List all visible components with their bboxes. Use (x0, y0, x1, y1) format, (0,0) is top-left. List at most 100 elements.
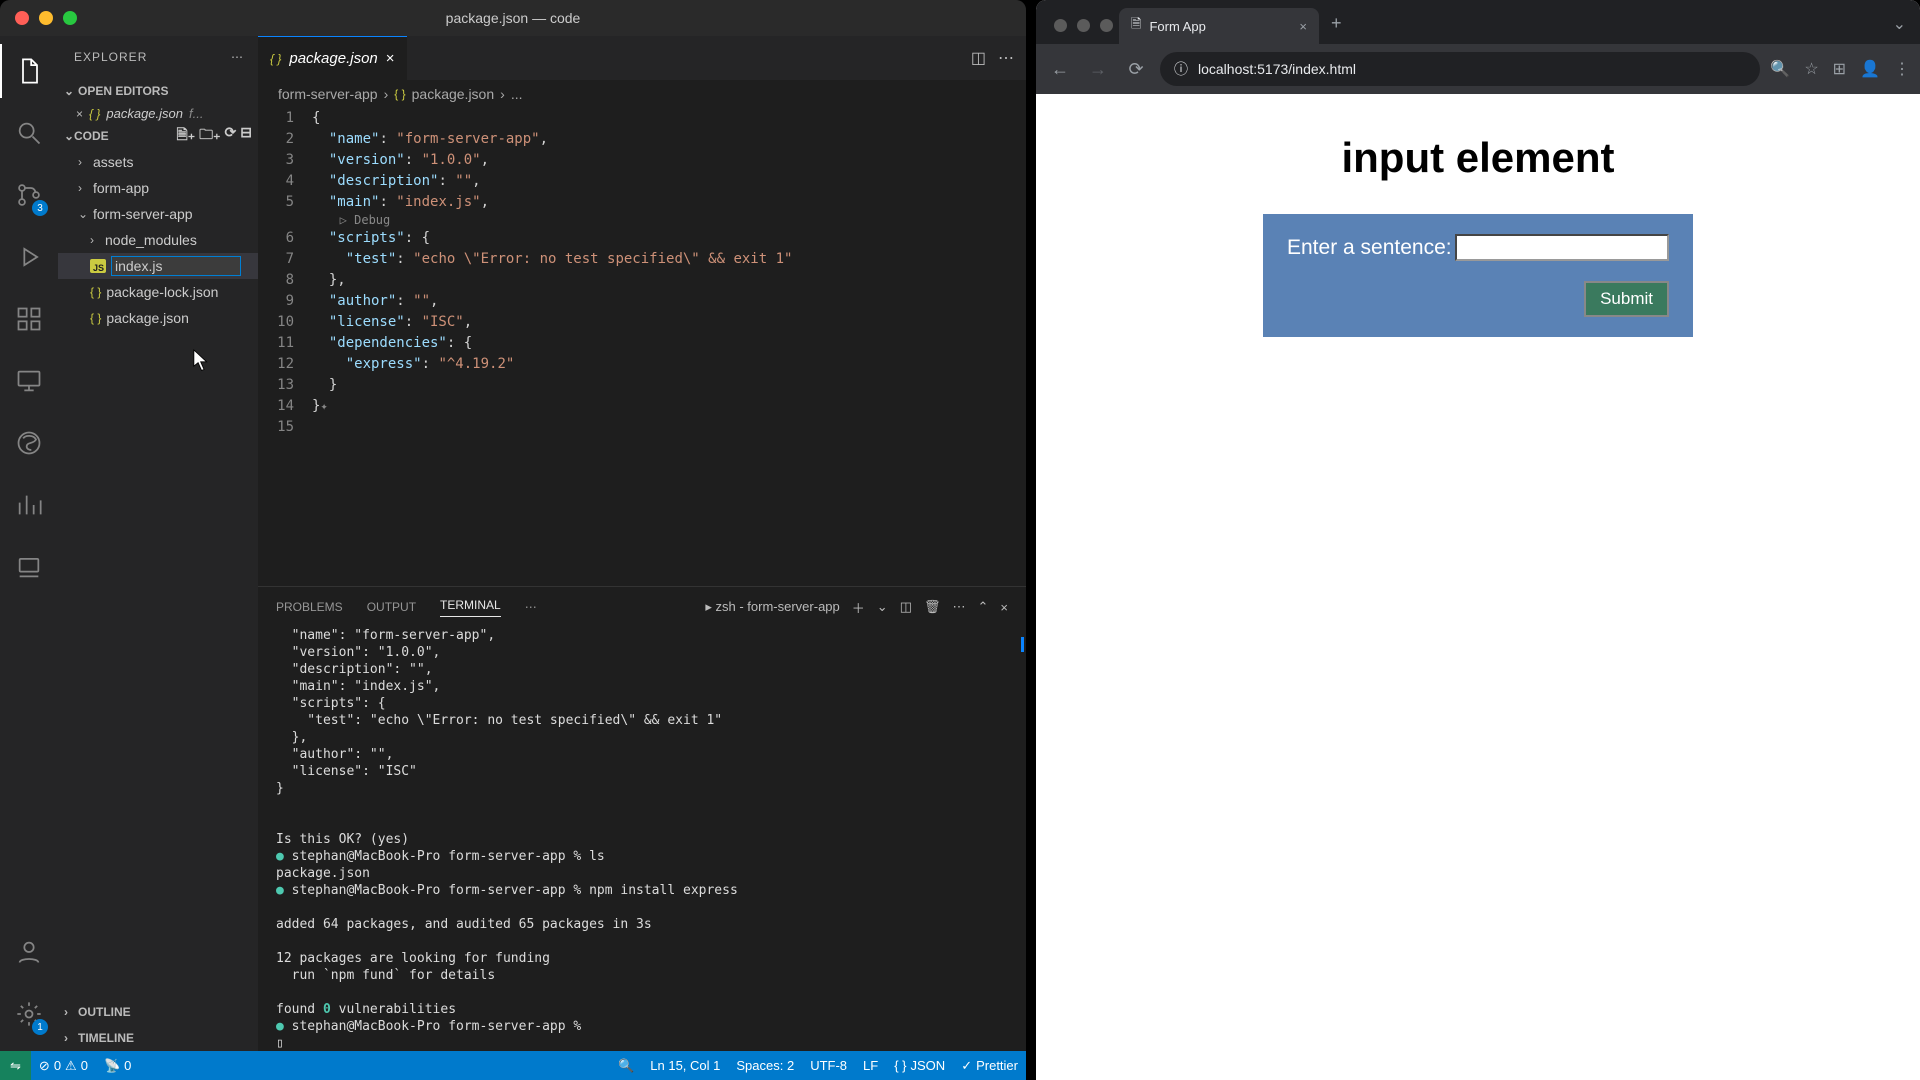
browser-menu-icon[interactable]: ⋮ (1894, 59, 1910, 79)
maximize-panel-icon[interactable]: ⌃ (978, 599, 989, 615)
js-file-icon: JS (90, 259, 106, 273)
terminal-dropdown-icon[interactable]: ⌄ (877, 599, 888, 615)
ports-button[interactable] (0, 540, 58, 594)
open-editor-item[interactable]: × { } package.json f... (58, 104, 258, 123)
close-editor-icon[interactable]: × (76, 107, 83, 121)
site-info-icon[interactable]: ⓘ (1174, 59, 1188, 79)
file-package-lock[interactable]: { }package-lock.json (58, 279, 258, 305)
page-content: input element Enter a sentence: Submit (1036, 94, 1920, 1080)
open-editors-header[interactable]: ⌄OPEN EDITORS (58, 78, 258, 104)
tab-problems[interactable]: PROBLEMS (276, 600, 343, 614)
explorer-title-row: EXPLORER ⋯ (58, 36, 258, 78)
status-errors[interactable]: ⊘ 0 ⚠ 0 (31, 1058, 96, 1074)
panel-tabs: PROBLEMS OUTPUT TERMINAL ⋯ ▸ zsh - form-… (258, 587, 1026, 627)
split-terminal-icon[interactable]: ◫ (900, 599, 912, 615)
folder-node-modules[interactable]: ›node_modules (58, 227, 258, 253)
browser-minimize-button[interactable] (1077, 19, 1090, 32)
new-terminal-icon[interactable]: ＋ (852, 598, 865, 617)
terminal-shell-label[interactable]: ▸ zsh - form-server-app (705, 599, 839, 615)
code-folder-header[interactable]: ⌄CODE 🗎₊ 🗀₊ ⟳ ⊟ (58, 123, 258, 149)
sentence-input[interactable] (1455, 234, 1669, 261)
new-tab-button[interactable]: + (1319, 13, 1354, 44)
remote-indicator[interactable]: ⇋ (0, 1051, 31, 1080)
back-button[interactable]: ← (1046, 59, 1074, 80)
timeline-header[interactable]: ›TIMELINE (58, 1025, 258, 1051)
settings-gear-button[interactable]: 1 (0, 987, 58, 1041)
url-text: localhost:5173/index.html (1198, 61, 1356, 77)
status-prettier[interactable]: ✓ Prettier (953, 1058, 1026, 1074)
bookmark-star-icon[interactable]: ☆ (1804, 59, 1818, 79)
new-folder-icon[interactable]: 🗀₊ (199, 124, 220, 148)
graph-button[interactable] (0, 478, 58, 532)
panel-overflow-icon[interactable]: ⋯ (953, 599, 966, 615)
new-file-name-input[interactable] (111, 256, 241, 276)
run-debug-button[interactable] (0, 230, 58, 284)
window-title: package.json — code (446, 10, 581, 26)
search-view-button[interactable] (0, 106, 58, 160)
close-tab-icon[interactable]: × (1299, 19, 1307, 34)
minimize-window-button[interactable] (39, 11, 53, 25)
source-control-button[interactable]: 3 (0, 168, 58, 222)
browser-window: 🗎 Form App × + ⌄ ← → ⟳ ⓘ localhost:5173/… (1036, 0, 1920, 1080)
page-favicon: 🗎 (1131, 15, 1141, 37)
editor-tab-package-json[interactable]: { } package.json × (258, 36, 407, 80)
close-tab-icon[interactable]: × (386, 50, 395, 67)
window-controls (15, 11, 77, 25)
explorer-view-button[interactable] (0, 44, 58, 98)
copilot-sparkle-icon[interactable]: ✦ (320, 399, 327, 413)
new-file-rename-row: JS (58, 253, 258, 279)
extensions-button[interactable] (0, 292, 58, 346)
status-indent[interactable]: Spaces: 2 (728, 1058, 802, 1074)
debug-codelens[interactable]: ▷ Debug (312, 213, 390, 227)
submit-button[interactable]: Submit (1584, 281, 1669, 317)
reload-button[interactable]: ⟳ (1122, 59, 1150, 80)
tab-output[interactable]: OUTPUT (367, 600, 416, 614)
explorer-actions: 🗎₊ 🗀₊ ⟳ ⊟ (176, 124, 252, 148)
json-file-icon: { } (90, 311, 101, 325)
status-ports[interactable]: 📡 0 (96, 1058, 139, 1074)
edge-tools-button[interactable] (0, 416, 58, 470)
browser-close-button[interactable] (1054, 19, 1067, 32)
json-file-icon: { } (89, 107, 100, 121)
close-window-button[interactable] (15, 11, 29, 25)
folder-form-app[interactable]: ›form-app (58, 175, 258, 201)
status-language[interactable]: { } JSON (886, 1058, 953, 1074)
outline-header[interactable]: ›OUTLINE (58, 999, 258, 1025)
split-editor-icon[interactable]: ◫ (971, 48, 986, 68)
close-panel-icon[interactable]: × (1000, 600, 1008, 615)
code-editor[interactable]: 123456789101112131415 { "name": "form-se… (258, 108, 1026, 586)
kill-terminal-icon[interactable]: 🗑 (924, 599, 941, 615)
explorer-more-icon[interactable]: ⋯ (231, 50, 244, 64)
status-eol[interactable]: LF (855, 1058, 886, 1074)
file-package-json[interactable]: { }package.json (58, 305, 258, 331)
folder-form-server-app[interactable]: ⌄form-server-app (58, 201, 258, 227)
maximize-window-button[interactable] (63, 11, 77, 25)
status-encoding[interactable]: UTF-8 (802, 1058, 855, 1074)
new-file-icon[interactable]: 🗎₊ (176, 124, 195, 148)
browser-maximize-button[interactable] (1100, 19, 1113, 32)
status-bar: ⇋ ⊘ 0 ⚠ 0 📡 0 🔍 Ln 15, Col 1 Spaces: 2 U… (0, 1051, 1026, 1080)
breadcrumb[interactable]: form-server-app› { } package.json› ... (258, 80, 1026, 108)
folder-assets[interactable]: ›assets (58, 149, 258, 175)
account-button[interactable] (0, 925, 58, 979)
status-search-icon[interactable]: 🔍 (610, 1058, 642, 1074)
panel-more-icon[interactable]: ⋯ (525, 600, 537, 614)
zoom-icon[interactable]: 🔍 (1770, 59, 1790, 79)
collapse-icon[interactable]: ⊟ (240, 124, 252, 148)
remote-explorer-button[interactable] (0, 354, 58, 408)
chevron-down-icon[interactable]: ⌄ (1893, 14, 1920, 44)
terminal-scrollbar[interactable] (1021, 637, 1024, 652)
editor-more-icon[interactable]: ⋯ (998, 48, 1014, 68)
refresh-icon[interactable]: ⟳ (225, 124, 237, 148)
profile-icon[interactable]: 👤 (1860, 59, 1880, 79)
bottom-panel: PROBLEMS OUTPUT TERMINAL ⋯ ▸ zsh - form-… (258, 586, 1026, 1051)
install-app-icon[interactable]: ⊞ (1833, 59, 1846, 79)
url-bar[interactable]: ⓘ localhost:5173/index.html (1160, 52, 1760, 86)
tab-terminal[interactable]: TERMINAL (440, 598, 501, 617)
browser-tabstrip: 🗎 Form App × + ⌄ (1036, 0, 1920, 44)
status-cursor-pos[interactable]: Ln 15, Col 1 (642, 1058, 728, 1074)
forward-button[interactable]: → (1084, 59, 1112, 80)
editor-area: { } package.json × ◫ ⋯ form-server-app› … (258, 36, 1026, 1051)
terminal-content[interactable]: "name": "form-server-app", "version": "1… (258, 627, 1026, 1051)
browser-tab[interactable]: 🗎 Form App × (1119, 8, 1319, 44)
